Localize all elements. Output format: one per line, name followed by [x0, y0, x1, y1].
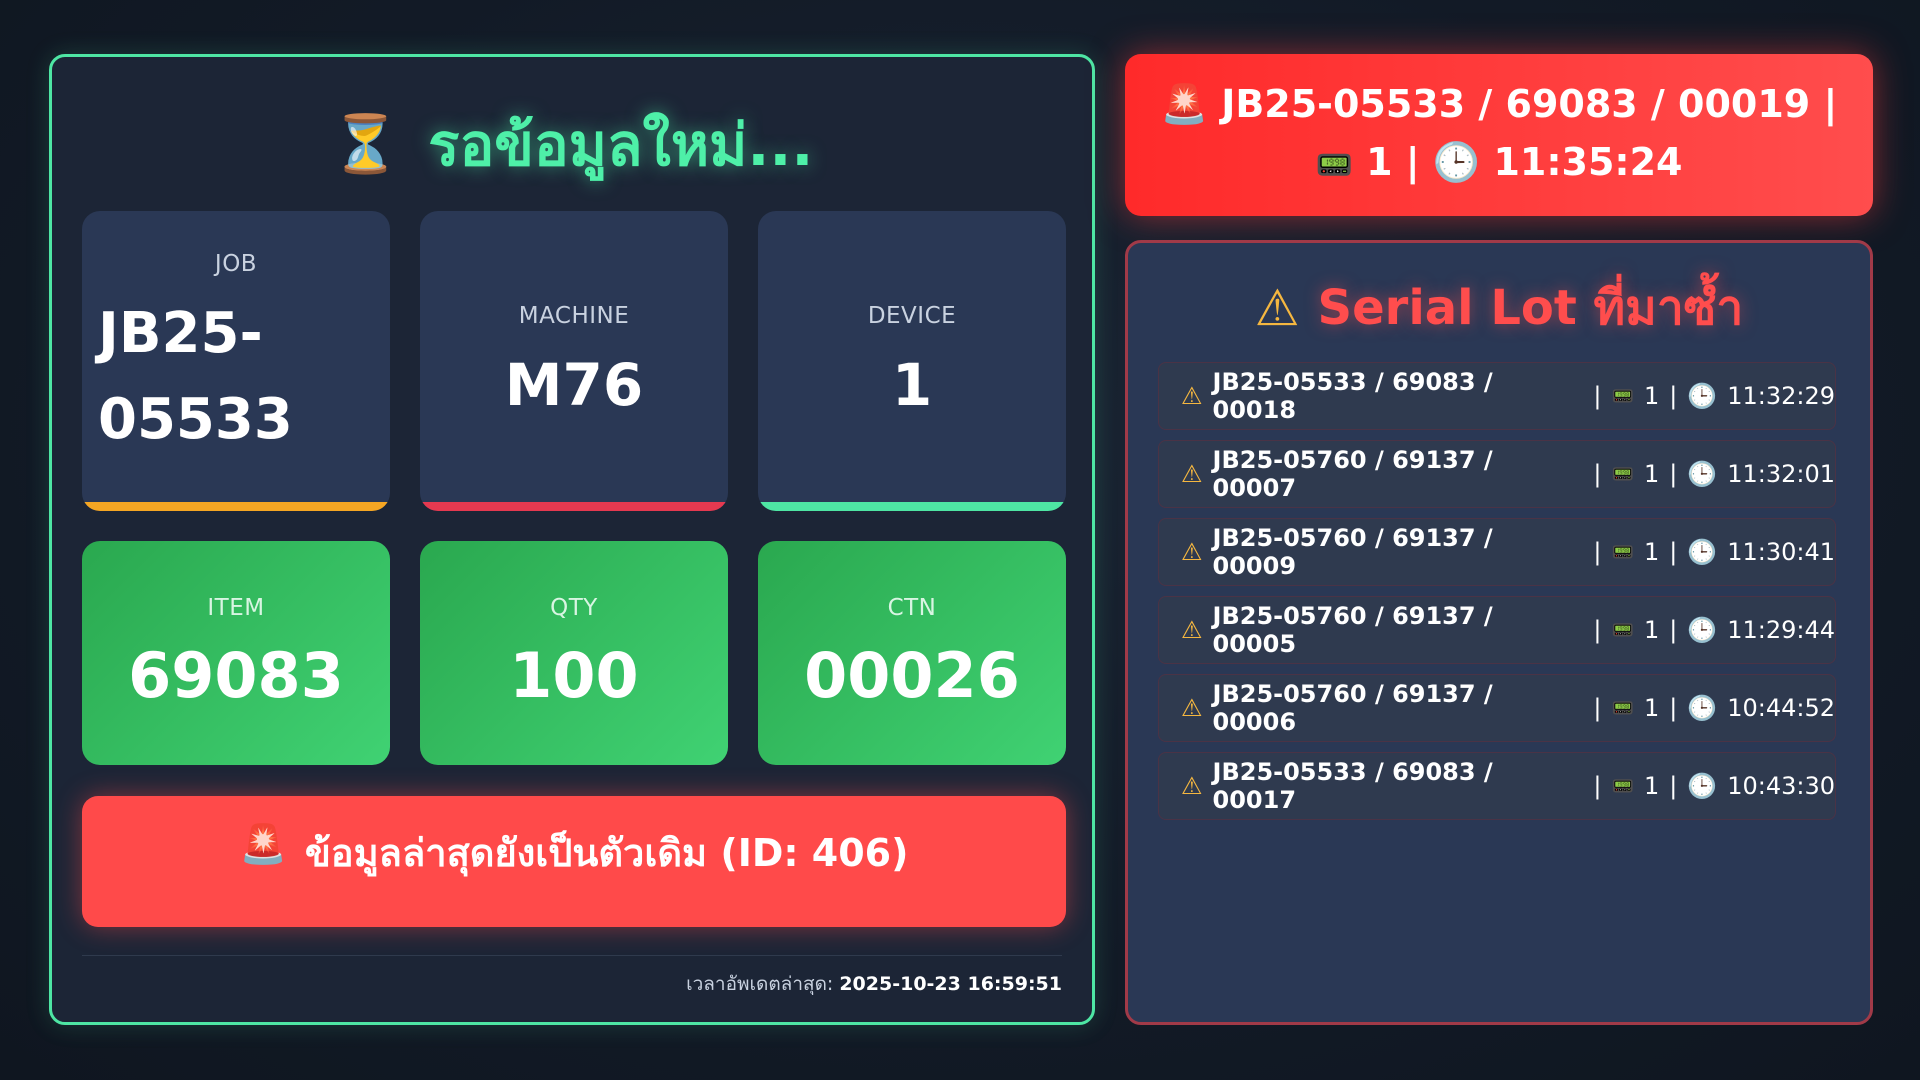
- device-accent-bar: [758, 502, 1066, 511]
- device-number: 1: [1643, 538, 1660, 566]
- divider: [82, 955, 1062, 956]
- warning-icon: ⚠: [1181, 460, 1203, 488]
- device-icon: 📟: [1611, 697, 1634, 719]
- warning-icon: ⚠: [1181, 538, 1203, 566]
- device-card: DEVICE 1: [758, 211, 1066, 511]
- serial-code: JB25-05533 / 69083 / 00017: [1212, 758, 1493, 814]
- device-label: DEVICE: [867, 303, 957, 329]
- warning-icon: ⚠: [1181, 616, 1203, 644]
- device-number: 1: [1643, 382, 1660, 410]
- banner-time: 11:35:24: [1493, 140, 1683, 184]
- device-number: 1: [1643, 460, 1660, 488]
- job-value: JB25-05533: [98, 301, 293, 452]
- machine-label: MACHINE: [518, 303, 630, 329]
- banner-line-2: 📟 1 | 🕒 11:35:24: [1316, 133, 1683, 195]
- ctn-value: 00026: [804, 638, 1020, 712]
- machine-accent-bar: [420, 502, 728, 511]
- item-label: ITEM: [207, 594, 265, 621]
- warning-icon: ⚠: [1181, 694, 1203, 722]
- device-icon: 📟: [1611, 385, 1634, 407]
- scan-time: 11:32:29: [1727, 382, 1835, 410]
- serial-code: JB25-05760 / 69137 / 00005: [1212, 602, 1493, 658]
- last-updated-value: 2025-10-23 16:59:51: [839, 973, 1062, 995]
- device-number: 1: [1643, 694, 1660, 722]
- last-updated-label: เวลาอัพเดตล่าสุด:: [686, 973, 834, 995]
- list-item: ⚠ JB25-05760 / 69137 / 00006 | 📟 1 | 🕒 10:…: [1158, 674, 1836, 742]
- banner-code: JB25-05533 / 69083 / 00019 |: [1221, 82, 1838, 126]
- list-item: ⚠ JB25-05760 / 69137 / 00007 | 📟 1 | 🕒 11:…: [1158, 440, 1836, 508]
- item-card: ITEM 69083: [82, 541, 390, 765]
- status-panel: ⏳ รอข้อมูลใหม่... JOB JB25-05533 MACHINE…: [49, 54, 1095, 1025]
- device-icon: 📟: [1611, 463, 1634, 485]
- job-label: JOB: [214, 251, 258, 277]
- list-item: ⚠ JB25-05760 / 69137 / 00005 | 📟 1 | 🕒 11:…: [1158, 596, 1836, 664]
- alert-text: ข้อมูลล่าสุดยังเป็นตัวเดิม (ID: 406): [304, 831, 909, 875]
- clock-icon: 🕒: [1432, 140, 1481, 184]
- scan-time: 10:44:52: [1727, 694, 1835, 722]
- serial-code: JB25-05533 / 69083 / 00018: [1212, 368, 1493, 424]
- device-icon: 📟: [1315, 148, 1353, 183]
- device-icon: 📟: [1611, 541, 1634, 563]
- ctn-label: CTN: [887, 594, 937, 621]
- last-updated: เวลาอัพเดตล่าสุด: 2025-10-23 16:59:51: [686, 969, 1062, 999]
- scan-time: 10:43:30: [1727, 772, 1835, 800]
- banner-device: 1 |: [1366, 140, 1420, 184]
- serial-code: JB25-05760 / 69137 / 00006: [1212, 680, 1493, 736]
- serial-code: JB25-05760 / 69137 / 00007: [1212, 446, 1493, 502]
- warning-icon: ⚠: [1181, 382, 1203, 410]
- device-icon: 📟: [1611, 619, 1634, 641]
- list-item: ⚠ JB25-05533 / 69083 / 00017 | 📟 1 | 🕒 10:…: [1158, 752, 1836, 820]
- banner-line-1: 🚨 JB25-05533 / 69083 / 00019 |: [1161, 75, 1838, 133]
- machine-card: MACHINE M76: [420, 211, 728, 511]
- ctn-card: CTN 00026: [758, 541, 1066, 765]
- scan-time: 11:30:41: [1727, 538, 1835, 566]
- clock-icon: 🕒: [1687, 382, 1718, 410]
- duplicates-panel: ⚠ Serial Lot ที่มาซ้ำ ⚠ JB25-05533 / 690…: [1125, 240, 1873, 1025]
- duplicates-title: Serial Lot ที่มาซ้ำ: [1317, 280, 1744, 336]
- device-icon: 📟: [1611, 775, 1634, 797]
- job-accent-bar: [82, 502, 390, 511]
- clock-icon: 🕒: [1687, 616, 1718, 644]
- machine-value: M76: [504, 351, 644, 419]
- clock-icon: 🕒: [1687, 538, 1718, 566]
- device-value: 1: [891, 351, 933, 419]
- duplicates-header: ⚠ Serial Lot ที่มาซ้ำ: [1128, 273, 1870, 343]
- clock-icon: 🕒: [1687, 460, 1718, 488]
- duplicates-list: ⚠ JB25-05533 / 69083 / 00018 | 📟 1 | 🕒 11:…: [1158, 362, 1836, 830]
- list-item: ⚠ JB25-05533 / 69083 / 00018 | 📟 1 | 🕒 11:…: [1158, 362, 1836, 430]
- hourglass-icon: ⏳: [330, 112, 401, 177]
- device-number: 1: [1643, 616, 1660, 644]
- warning-icon: ⚠: [1181, 772, 1203, 800]
- qty-card: QTY 100: [420, 541, 728, 765]
- clock-icon: 🕒: [1687, 694, 1718, 722]
- item-value: 69083: [128, 638, 344, 712]
- warning-icon: ⚠: [1254, 279, 1300, 337]
- qty-label: QTY: [550, 594, 598, 621]
- waiting-header: ⏳ รอข้อมูลใหม่...: [52, 99, 1092, 189]
- qty-value: 100: [509, 638, 639, 712]
- duplicate-data-alert: 🚨 ข้อมูลล่าสุดยังเป็นตัวเดิม (ID: 406): [82, 796, 1066, 927]
- job-card: JOB JB25-05533: [82, 211, 390, 511]
- scan-time: 11:29:44: [1727, 616, 1835, 644]
- latest-duplicate-banner: 🚨 JB25-05533 / 69083 / 00019 | 📟 1 | 🕒 1…: [1125, 54, 1873, 216]
- device-number: 1: [1643, 772, 1660, 800]
- list-item: ⚠ JB25-05760 / 69137 / 00009 | 📟 1 | 🕒 11:…: [1158, 518, 1836, 586]
- waiting-title: รอข้อมูลใหม่...: [428, 110, 814, 179]
- clock-icon: 🕒: [1687, 772, 1718, 800]
- siren-icon: 🚨: [1160, 82, 1208, 126]
- siren-icon: 🚨: [239, 822, 287, 866]
- serial-code: JB25-05760 / 69137 / 00009: [1212, 524, 1493, 580]
- scan-time: 11:32:01: [1727, 460, 1835, 488]
